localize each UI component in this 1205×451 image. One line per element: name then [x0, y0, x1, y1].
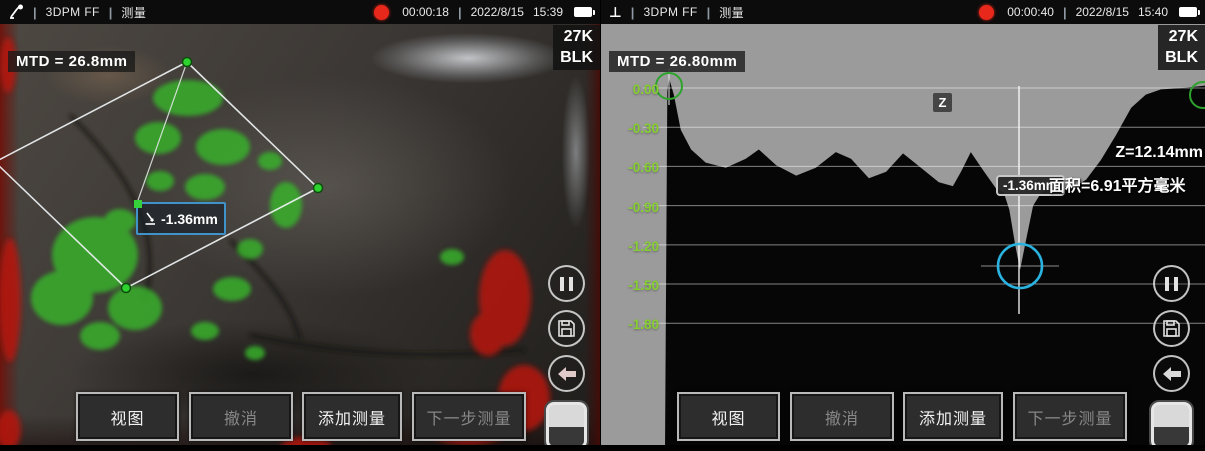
- undo-button[interactable]: 撤消: [189, 392, 293, 441]
- pause-icon: [560, 277, 573, 291]
- date-label: 2022/8/15: [1076, 5, 1129, 19]
- depth-glyph-icon: [144, 211, 157, 226]
- topbar-divider: |: [707, 5, 711, 20]
- save-icon: [557, 319, 576, 338]
- depth-value: -1.36mm: [161, 211, 218, 227]
- next-measurement-button[interactable]: 下一步测量: [1013, 392, 1127, 441]
- top-status-bar: | 3DPM FF | 测量 00:00:18 | 2022/8/15 15:3…: [0, 0, 600, 24]
- topbar-divider: |: [631, 5, 635, 20]
- depth-label-badge[interactable]: -1.36mm: [136, 202, 226, 235]
- date-label: 2022/8/15: [471, 5, 524, 19]
- screen-toggle-button[interactable]: [1151, 402, 1192, 449]
- screen-toggle-button[interactable]: [546, 402, 587, 449]
- view-button[interactable]: 视图: [677, 392, 780, 441]
- corner-handle[interactable]: [183, 58, 192, 67]
- record-time: 00:00:18: [402, 5, 449, 19]
- resolution-badge: 27K BLK: [1158, 25, 1205, 70]
- record-indicator-icon: [979, 5, 994, 20]
- back-button[interactable]: [1153, 355, 1190, 392]
- resolution-value: 27K: [1165, 26, 1198, 47]
- mtd-badge: MTD = 26.8mm: [8, 51, 135, 72]
- measure-menu-item[interactable]: 测量: [719, 4, 744, 21]
- camera-panel: | 3DPM FF | 测量 00:00:18 | 2022/8/15 15:3…: [0, 0, 600, 451]
- mode-label: 3DPM FF: [46, 5, 100, 19]
- area-value: 面积=6.91平方毫米: [1049, 172, 1186, 196]
- topbar-divider: |: [1063, 5, 1067, 20]
- colormap-value: BLK: [560, 47, 593, 68]
- add-measurement-button[interactable]: 添加测量: [903, 392, 1003, 441]
- bottom-letterbox: [601, 445, 1205, 451]
- record-time: 00:00:40: [1007, 5, 1054, 19]
- save-icon: [1162, 319, 1181, 338]
- mode-label: 3DPM FF: [643, 5, 697, 19]
- resolution-value: 27K: [560, 26, 593, 47]
- undo-button[interactable]: 撤消: [790, 392, 894, 441]
- back-button[interactable]: [548, 355, 585, 392]
- back-arrow-icon: [1162, 366, 1182, 382]
- measure-menu-item[interactable]: 测量: [121, 4, 146, 21]
- topbar-divider: |: [109, 5, 113, 20]
- corner-handle[interactable]: [122, 284, 131, 293]
- add-measurement-button[interactable]: 添加测量: [302, 392, 402, 441]
- colormap-value: BLK: [1165, 47, 1198, 68]
- pause-button[interactable]: [1153, 265, 1190, 302]
- pause-button[interactable]: [548, 265, 585, 302]
- green-depth-mask: [31, 80, 464, 360]
- save-button[interactable]: [548, 310, 585, 347]
- z-axis-badge: Z: [933, 93, 952, 112]
- record-indicator-icon: [374, 5, 389, 20]
- topbar-divider: |: [33, 5, 37, 20]
- view-button[interactable]: 视图: [76, 392, 179, 441]
- next-measurement-button[interactable]: 下一步测量: [412, 392, 526, 441]
- mtd-badge: MTD = 26.80mm: [609, 51, 745, 72]
- battery-icon: [1179, 7, 1197, 17]
- probe-tool-icon: [8, 4, 24, 20]
- profile-panel: 0.00-0.30-0.60-0.90-1.20-1.50-1.80 ⊥ | 3…: [601, 0, 1205, 451]
- clock-label: 15:39: [533, 5, 563, 19]
- corner-handle[interactable]: [314, 184, 323, 193]
- profile-view-icon: ⊥: [609, 4, 622, 21]
- pause-icon: [1165, 277, 1178, 291]
- save-button[interactable]: [1153, 310, 1190, 347]
- z-distance-value: Z=12.14mm: [1115, 144, 1203, 162]
- bottom-letterbox: [0, 445, 600, 451]
- clock-label: 15:40: [1138, 5, 1168, 19]
- back-arrow-icon: [557, 366, 577, 382]
- resolution-badge: 27K BLK: [553, 25, 600, 70]
- top-status-bar: ⊥ | 3DPM FF | 测量 00:00:40 | 2022/8/15 15…: [601, 0, 1205, 24]
- battery-icon: [574, 7, 592, 17]
- topbar-divider: |: [458, 5, 462, 20]
